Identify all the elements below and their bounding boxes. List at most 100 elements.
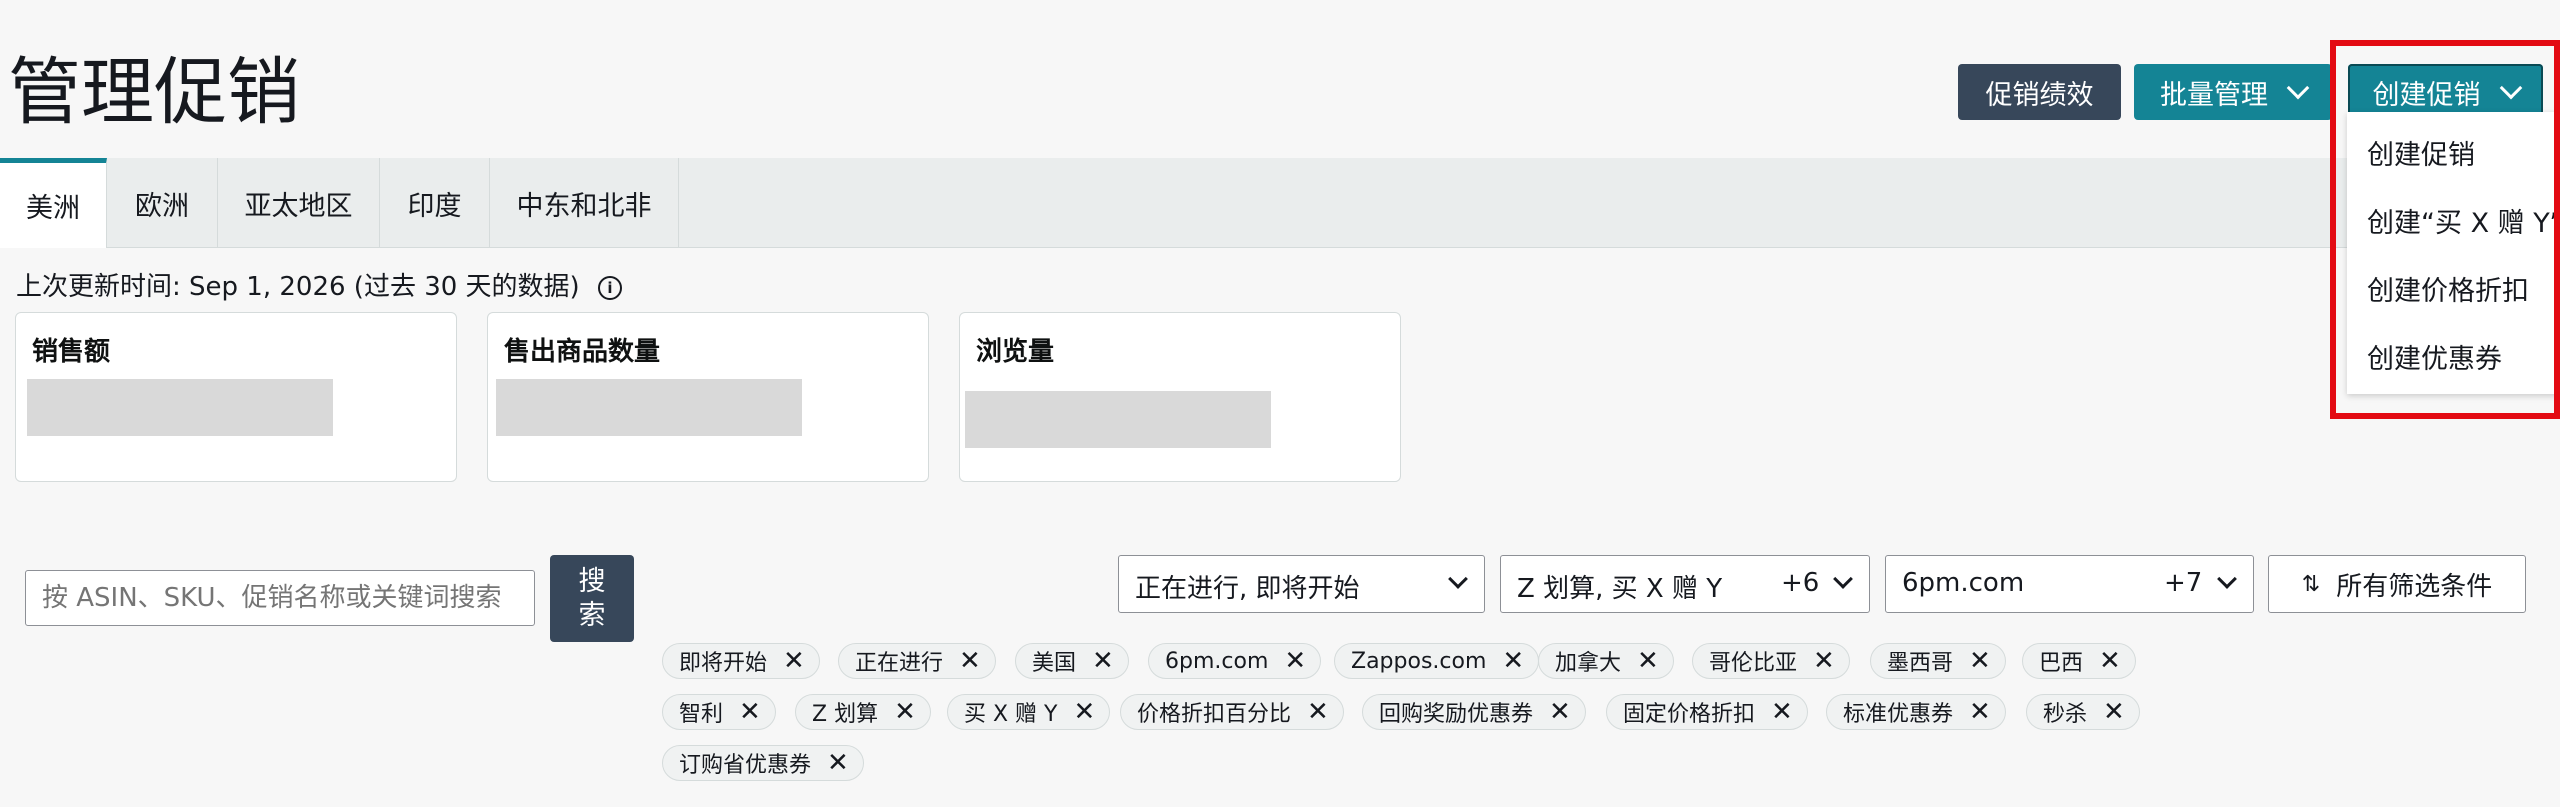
loading-placeholder xyxy=(496,379,802,436)
chip-label: 订购省优惠券 xyxy=(679,753,812,778)
tab-label: 欧洲 xyxy=(135,190,189,222)
metric-title: 销售额 xyxy=(32,337,111,367)
chip-label: 美国 xyxy=(1032,651,1077,676)
bulk-manage-button[interactable]: 批量管理 xyxy=(2134,64,2332,120)
filter-chip: Z 划算 ✕ xyxy=(795,694,931,730)
close-icon[interactable]: ✕ xyxy=(2099,646,2121,676)
metric-card-sales: 销售额 xyxy=(15,312,457,482)
filter-chip: Zappos.com ✕ xyxy=(1334,643,1540,679)
filter-chip: 回购奖励优惠券 ✕ xyxy=(1362,694,1586,730)
filter-chip: 哥伦比亚 ✕ xyxy=(1692,643,1850,679)
metric-title: 浏览量 xyxy=(976,337,1055,367)
marketplace-filter-count: +7 xyxy=(2164,568,2203,598)
filter-chip: 价格折扣百分比 ✕ xyxy=(1120,694,1344,730)
all-filters-button[interactable]: ⇅ 所有筛选条件 xyxy=(2268,555,2526,613)
chip-label: 回购奖励优惠券 xyxy=(1379,702,1534,727)
last-updated-text: 上次更新时间: Sep 1, 2026 (过去 30 天的数据) i xyxy=(16,270,622,304)
filter-sort-icon: ⇅ xyxy=(2301,571,2321,597)
chevron-down-icon xyxy=(2286,76,2310,100)
metric-title: 售出商品数量 xyxy=(504,337,661,367)
chip-label: 买 X 赠 Y xyxy=(964,702,1058,727)
filter-chip: 订购省优惠券 ✕ xyxy=(662,745,864,781)
chip-label: 标准优惠券 xyxy=(1843,702,1954,727)
close-icon[interactable]: ✕ xyxy=(1074,697,1096,727)
chip-label: 智利 xyxy=(679,702,724,727)
filter-chip: 即将开始 ✕ xyxy=(662,643,820,679)
chevron-down-icon xyxy=(1448,569,1468,589)
close-icon[interactable]: ✕ xyxy=(1813,646,1835,676)
chip-label: 正在进行 xyxy=(855,651,944,676)
close-icon[interactable]: ✕ xyxy=(1307,697,1329,727)
filter-chip: 买 X 赠 Y ✕ xyxy=(947,694,1111,730)
status-filter-select[interactable]: 正在进行, 即将开始 xyxy=(1118,555,1485,613)
chip-label: 固定价格折扣 xyxy=(1623,702,1756,727)
chip-label: 加拿大 xyxy=(1555,651,1622,676)
marketplace-filter-select[interactable]: 6pm.com +7 xyxy=(1885,555,2254,613)
chip-label: Zappos.com xyxy=(1351,648,1487,674)
type-filter-count: +6 xyxy=(1781,568,1820,598)
filter-chip: 固定价格折扣 ✕ xyxy=(1606,694,1808,730)
filter-chip: 巴西 ✕ xyxy=(2022,643,2136,679)
tab-label: 中东和北非 xyxy=(516,190,652,222)
search-input[interactable] xyxy=(25,570,535,626)
status-filter-value: 正在进行, 即将开始 xyxy=(1135,574,1360,604)
tab-mena[interactable]: 中东和北非 xyxy=(490,158,679,248)
chip-label: 巴西 xyxy=(2039,651,2084,676)
filter-chip: 正在进行 ✕ xyxy=(838,643,996,679)
loading-placeholder xyxy=(27,379,333,436)
tab-europe[interactable]: 欧洲 xyxy=(107,158,218,248)
filter-chip: 6pm.com ✕ xyxy=(1148,643,1322,679)
close-icon[interactable]: ✕ xyxy=(1637,646,1659,676)
metric-card-page-views: 浏览量 xyxy=(959,312,1401,482)
tab-label: 美洲 xyxy=(26,193,80,224)
filter-chip: 美国 ✕ xyxy=(1015,643,1129,679)
filter-chip: 秒杀 ✕ xyxy=(2026,694,2140,730)
tab-india[interactable]: 印度 xyxy=(380,158,490,248)
chip-label: 6pm.com xyxy=(1165,648,1269,674)
chip-label: Z 划算 xyxy=(812,702,879,727)
close-icon[interactable]: ✕ xyxy=(827,748,849,778)
chevron-down-icon xyxy=(2217,569,2237,589)
filter-chip: 标准优惠券 ✕ xyxy=(1826,694,2006,730)
close-icon[interactable]: ✕ xyxy=(1771,697,1793,727)
chip-label: 墨西哥 xyxy=(1887,651,1954,676)
last-updated-label: 上次更新时间: Sep 1, 2026 (过去 30 天的数据) xyxy=(16,272,580,302)
chip-label: 秒杀 xyxy=(2043,702,2088,727)
filter-chip: 加拿大 ✕ xyxy=(1538,643,1674,679)
promotion-performance-label: 促销绩效 xyxy=(1985,79,2094,111)
search-button-label-2: 索 xyxy=(578,599,606,631)
highlight-annotation xyxy=(2330,40,2560,419)
tab-label: 亚太地区 xyxy=(244,190,353,222)
filter-chip: 墨西哥 ✕ xyxy=(1870,643,2006,679)
bulk-manage-label: 批量管理 xyxy=(2160,79,2268,111)
type-filter-value: Z 划算, 买 X 赠 Y xyxy=(1517,574,1723,604)
close-icon[interactable]: ✕ xyxy=(783,646,805,676)
close-icon[interactable]: ✕ xyxy=(1284,646,1306,676)
close-icon[interactable]: ✕ xyxy=(1549,697,1571,727)
chip-label: 即将开始 xyxy=(679,651,768,676)
chip-label: 价格折扣百分比 xyxy=(1137,702,1292,727)
close-icon[interactable]: ✕ xyxy=(739,697,761,727)
all-filters-label: 所有筛选条件 xyxy=(2336,571,2493,602)
info-icon[interactable]: i xyxy=(597,275,622,300)
loading-placeholder xyxy=(965,391,1271,448)
type-filter-select[interactable]: Z 划算, 买 X 赠 Y +6 xyxy=(1500,555,1870,613)
search-button-label-1: 搜 xyxy=(578,565,606,597)
search-button[interactable]: 搜 索 xyxy=(550,555,634,642)
tab-asia-pacific[interactable]: 亚太地区 xyxy=(218,158,380,248)
promotion-performance-button[interactable]: 促销绩效 xyxy=(1958,64,2121,120)
page-title: 管理促销 xyxy=(8,50,300,135)
tab-label: 印度 xyxy=(407,190,462,222)
chevron-down-icon xyxy=(1833,569,1853,589)
filter-chip: 智利 ✕ xyxy=(662,694,776,730)
tab-americas[interactable]: 美洲 xyxy=(0,158,107,248)
close-icon[interactable]: ✕ xyxy=(894,697,916,727)
close-icon[interactable]: ✕ xyxy=(1502,646,1524,676)
chip-label: 哥伦比亚 xyxy=(1709,651,1798,676)
close-icon[interactable]: ✕ xyxy=(1969,697,1991,727)
close-icon[interactable]: ✕ xyxy=(2103,697,2125,727)
close-icon[interactable]: ✕ xyxy=(959,646,981,676)
metric-card-units-sold: 售出商品数量 xyxy=(487,312,929,482)
close-icon[interactable]: ✕ xyxy=(1092,646,1114,676)
close-icon[interactable]: ✕ xyxy=(1969,646,1991,676)
